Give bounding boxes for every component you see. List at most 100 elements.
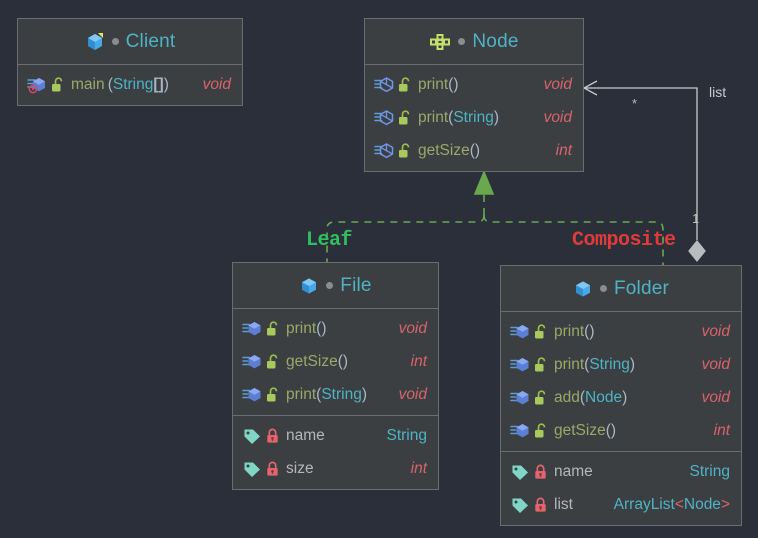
method-cube-icon (242, 320, 262, 338)
member-icons (510, 463, 547, 481)
member-row-getsize[interactable]: getSize() int (365, 134, 583, 167)
member-type-getsize: int (555, 141, 572, 159)
field-tag-icon (242, 460, 262, 478)
class-name-client: Client (125, 30, 176, 52)
interface-plug-icon (429, 32, 451, 52)
lock-red-icon (266, 428, 279, 444)
member-type-print-string: void (543, 108, 572, 126)
class-header-client: Client (18, 19, 242, 65)
method-cube-icon (510, 389, 530, 407)
member-label-file-name: name (286, 426, 325, 444)
unlock-green-icon (534, 389, 547, 406)
member-label-folder-getsize: getSize() (554, 421, 617, 439)
visibility-dot-icon (599, 285, 607, 292)
member-icons (374, 109, 411, 127)
class-box-client[interactable]: Client main (String[]) void (17, 18, 243, 106)
member-label-folder-print-string: print(String) (554, 355, 635, 373)
member-icons (510, 389, 547, 407)
member-row-folder-add[interactable]: add(Node) void (501, 381, 741, 414)
class-header-node: Node (365, 19, 583, 65)
lock-red-icon (266, 461, 279, 477)
member-icons (242, 427, 279, 445)
member-label-file-size: size (286, 459, 314, 477)
visibility-dot-icon (326, 282, 334, 289)
member-type-folder-getsize: int (713, 421, 730, 439)
member-row-print-string[interactable]: print(String) void (365, 101, 583, 134)
class-name-file: File (340, 274, 372, 296)
member-icons (374, 142, 411, 160)
leaf-stereotype-label: Leaf (306, 229, 353, 252)
class-box-folder[interactable]: Folder print() void print(String) void a… (500, 265, 742, 526)
member-type-file-size: int (410, 459, 427, 477)
member-type-file-print-string: void (398, 385, 427, 403)
member-icons (27, 76, 64, 94)
member-label-folder-add: add(Node) (554, 388, 628, 406)
member-type-file-print: void (398, 319, 427, 337)
multiplicity-many-label: * (632, 96, 638, 111)
class-name-node: Node (472, 30, 519, 52)
member-label-file-print: print() (286, 319, 327, 337)
member-icons (242, 460, 279, 478)
member-row-file-getsize[interactable]: getSize() int (233, 345, 438, 378)
method-cube-icon (510, 422, 530, 440)
member-row-folder-getsize[interactable]: getSize() int (501, 414, 741, 447)
member-label-folder-print: print() (554, 322, 595, 340)
class-cube-icon (573, 279, 593, 299)
method-cube-icon (510, 323, 530, 341)
method-static-cube-icon (27, 76, 47, 94)
field-tag-icon (510, 463, 530, 481)
member-label-file-print-string: print(String) (286, 385, 367, 403)
member-icons (510, 356, 547, 374)
member-type-folder-list: ArrayList<Node> (613, 495, 730, 513)
member-row-file-print-string[interactable]: print(String) void (233, 378, 438, 411)
member-row-folder-name[interactable]: name String (501, 455, 741, 488)
class-cube-icon (299, 276, 319, 296)
unlock-green-icon (398, 142, 411, 159)
unlock-green-icon (266, 386, 279, 403)
member-label-getsize: getSize() (418, 141, 481, 159)
member-row-main[interactable]: main (String[]) void (18, 68, 242, 101)
association-role-label: list (709, 84, 727, 100)
method-abstract-cube-icon (374, 109, 394, 127)
composition-diamond (688, 239, 706, 263)
member-group-methods-file: print() void getSize() int print(String)… (233, 309, 438, 415)
unlock-green-icon (534, 356, 547, 373)
member-label-main: main (String[]) (71, 75, 169, 93)
member-group-fields-folder: name String list ArrayList<Node> (501, 451, 741, 525)
class-header-file: File (233, 263, 438, 309)
association-open-arrowhead (582, 80, 598, 96)
member-type-folder-print-string: void (701, 355, 730, 373)
member-icons (242, 353, 279, 371)
member-row-folder-list[interactable]: list ArrayList<Node> (501, 488, 741, 521)
member-label-print-string: print(String) (418, 108, 499, 126)
member-row-file-size[interactable]: size int (233, 452, 438, 485)
method-cube-icon (242, 386, 262, 404)
member-group-methods-folder: print() void print(String) void add(Node… (501, 312, 741, 451)
visibility-dot-icon (458, 38, 466, 45)
member-row-print[interactable]: print() void (365, 68, 583, 101)
class-name-folder: Folder (613, 277, 670, 299)
member-icons (374, 76, 411, 94)
class-cube-icon (85, 32, 105, 52)
unlock-green-icon (398, 109, 411, 126)
method-cube-icon (242, 353, 262, 371)
member-label-file-getsize: getSize() (286, 352, 349, 370)
member-row-folder-print[interactable]: print() void (501, 315, 741, 348)
uml-diagram-canvas: Leaf Composite list * 1 Client main (Str… (0, 0, 758, 538)
composite-stereotype-label: Composite (572, 229, 676, 252)
member-group-fields-file: name String size int (233, 415, 438, 489)
realization-triangle-arrowhead (473, 169, 495, 195)
member-type-folder-add: void (701, 388, 730, 406)
method-abstract-cube-icon (374, 76, 394, 94)
unlock-green-icon (534, 422, 547, 439)
member-row-file-name[interactable]: name String (233, 419, 438, 452)
class-header-folder: Folder (501, 266, 741, 312)
member-group-methods-client: main (String[]) void (18, 65, 242, 105)
method-abstract-cube-icon (374, 142, 394, 160)
member-row-file-print[interactable]: print() void (233, 312, 438, 345)
class-box-node[interactable]: Node print() void print(String) void get… (364, 18, 584, 172)
member-row-folder-print-string[interactable]: print(String) void (501, 348, 741, 381)
member-icons (242, 320, 279, 338)
class-box-file[interactable]: File print() void getSize() int print(St… (232, 262, 439, 490)
member-type-folder-name: String (689, 462, 731, 480)
